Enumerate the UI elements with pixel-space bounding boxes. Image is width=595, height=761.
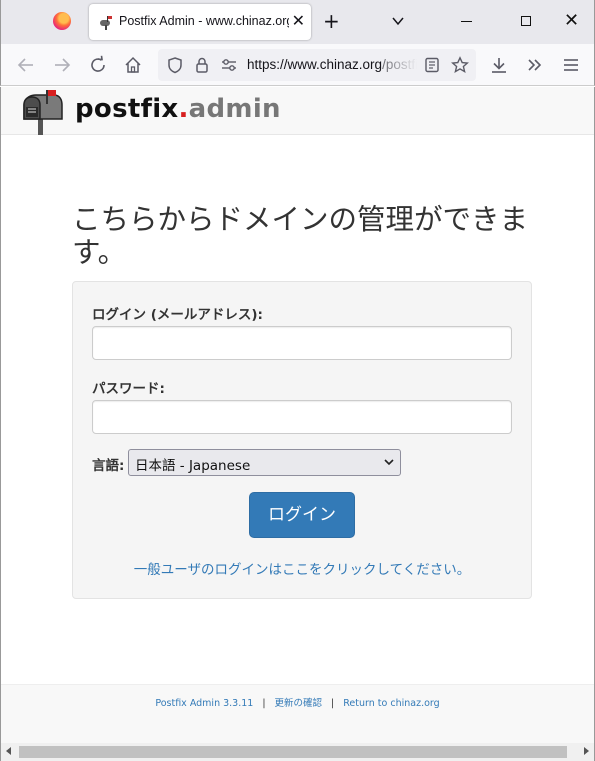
overflow-icon[interactable] (525, 55, 545, 75)
menu-icon[interactable] (561, 55, 581, 75)
version-link[interactable]: Postfix Admin 3.3.11 (155, 698, 253, 709)
window-close-icon[interactable]: ✕ (564, 12, 579, 30)
logo-part-postfix: postfix (75, 94, 179, 124)
login-form: ログイン (メールアドレス): パスワード: 言語: 日本語 - Japanes… (72, 281, 532, 599)
footer-separator: | (262, 698, 266, 709)
password-label: パスワード: (92, 381, 165, 397)
tab-title: Postfix Admin - www.chinaz.org (119, 14, 289, 28)
logo-part-admin: admin (188, 94, 281, 124)
check-updates-link[interactable]: 更新の確認 (275, 698, 323, 709)
language-selected-value: 日本語 - Japanese (135, 458, 251, 474)
new-tab-icon[interactable]: + (323, 11, 340, 31)
lock-icon[interactable] (193, 56, 211, 74)
logo-dot: . (178, 94, 189, 124)
language-label: 言語: (92, 458, 125, 474)
back-icon[interactable] (16, 55, 36, 75)
scroll-right-icon[interactable] (581, 746, 591, 756)
mailbox-favicon-icon (100, 16, 112, 30)
mailbox-logo-icon[interactable] (18, 87, 66, 135)
scroll-left-icon[interactable] (4, 746, 14, 756)
horizontal-scrollbar[interactable] (0, 743, 595, 761)
page-title: こちらからドメインの管理ができます。 (72, 203, 529, 269)
language-select[interactable]: 日本語 - Japanese (128, 449, 401, 476)
return-link[interactable]: Return to chinaz.org (343, 698, 439, 709)
site-logo-text[interactable]: postfix.admin (75, 94, 281, 124)
user-login-link[interactable]: 一般ユーザのログインはここをクリックしてください。 (73, 558, 531, 578)
site-header: postfix.admin (1, 87, 594, 135)
page-content: postfix.admin こちらからドメインの管理ができます。 ログイン (メ… (0, 87, 595, 743)
chevron-down-icon (384, 459, 394, 466)
star-icon[interactable] (451, 56, 469, 74)
footer-links: Postfix Admin 3.3.11 | 更新の確認 | Return to chi… (1, 695, 594, 709)
footer-separator: | (331, 698, 335, 709)
login-button[interactable]: ログイン (249, 492, 355, 538)
permissions-icon[interactable] (220, 56, 238, 74)
active-tab[interactable]: Postfix Admin - www.chinaz.org ✕ (89, 4, 311, 40)
reader-view-icon[interactable] (424, 57, 440, 73)
address-bar[interactable]: https://www.chinaz.org/postfixadmin/logi… (158, 49, 476, 81)
download-icon[interactable] (489, 55, 509, 75)
footer: Postfix Admin 3.3.11 | 更新の確認 | Return to chi… (1, 684, 594, 743)
reload-icon[interactable] (88, 55, 108, 75)
forward-icon[interactable] (52, 55, 72, 75)
maximize-icon[interactable] (521, 16, 531, 26)
close-tab-icon[interactable]: ✕ (292, 12, 305, 30)
home-icon[interactable] (123, 55, 143, 75)
list-all-tabs-icon[interactable] (390, 13, 406, 29)
url-path: /postfixadmin/login.php (382, 57, 417, 72)
login-email-input[interactable] (92, 326, 512, 360)
url-host: https://www.chinaz.org (247, 57, 383, 72)
password-input[interactable] (92, 400, 512, 434)
minimize-icon[interactable] (461, 21, 472, 22)
tab-strip: Postfix Admin - www.chinaz.org ✕ + ✕ (0, 0, 595, 44)
scrollbar-thumb[interactable] (19, 746, 567, 758)
firefox-icon[interactable] (53, 12, 71, 30)
url-text[interactable]: https://www.chinaz.org/postfixadmin/logi… (247, 57, 417, 72)
navigation-toolbar: https://www.chinaz.org/postfixadmin/logi… (0, 44, 595, 86)
shield-icon[interactable] (166, 56, 184, 74)
login-email-label: ログイン (メールアドレス): (92, 307, 263, 323)
